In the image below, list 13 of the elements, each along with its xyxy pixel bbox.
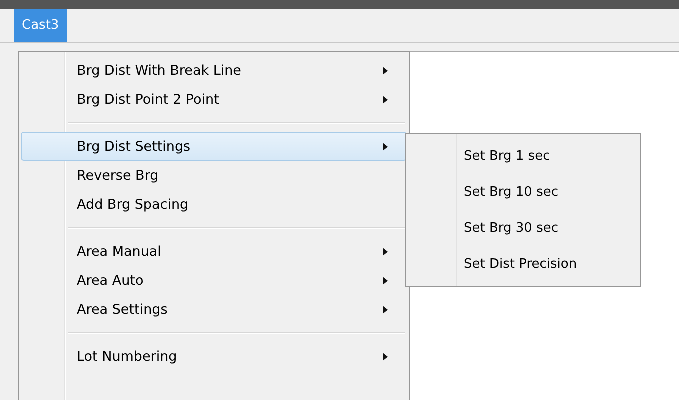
menu-item[interactable]: Lot Numbering (21, 342, 407, 371)
menu-item[interactable]: Area Auto (21, 266, 407, 295)
menu-item[interactable]: Reverse Brg (21, 161, 407, 190)
menu-item[interactable]: Set Brg 10 sec (408, 174, 638, 210)
menu-item[interactable]: Set Brg 1 sec (408, 138, 638, 174)
menu-item[interactable]: Add Brg Spacing (21, 190, 407, 219)
menu-item[interactable]: Area Settings (21, 295, 407, 324)
menu-item[interactable]: Brg Dist With Break Line (21, 56, 407, 85)
menu-item[interactable]: Set Dist Precision (408, 246, 638, 282)
menu-item[interactable]: Brg Dist Settings (21, 132, 407, 161)
menu-item[interactable]: Brg Dist Point 2 Point (21, 85, 407, 114)
menu-item[interactable]: Area Manual (21, 237, 407, 266)
menu-item[interactable]: Set Brg 30 sec (408, 210, 638, 246)
